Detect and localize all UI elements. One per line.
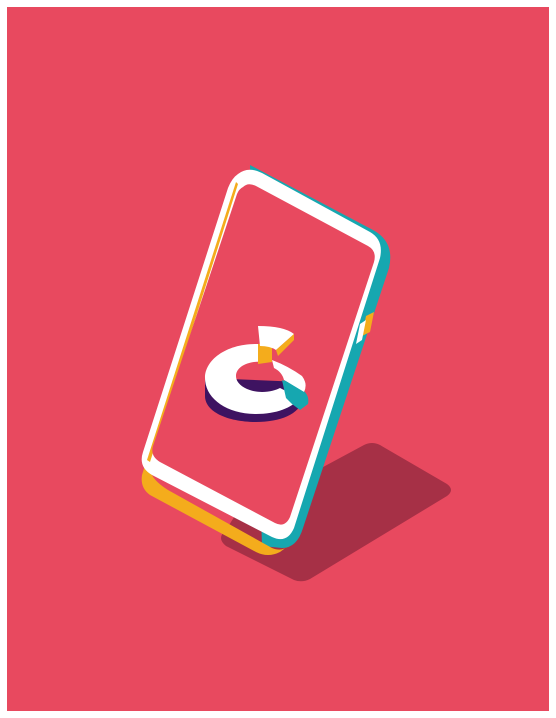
illustration-canvas [7, 7, 549, 711]
